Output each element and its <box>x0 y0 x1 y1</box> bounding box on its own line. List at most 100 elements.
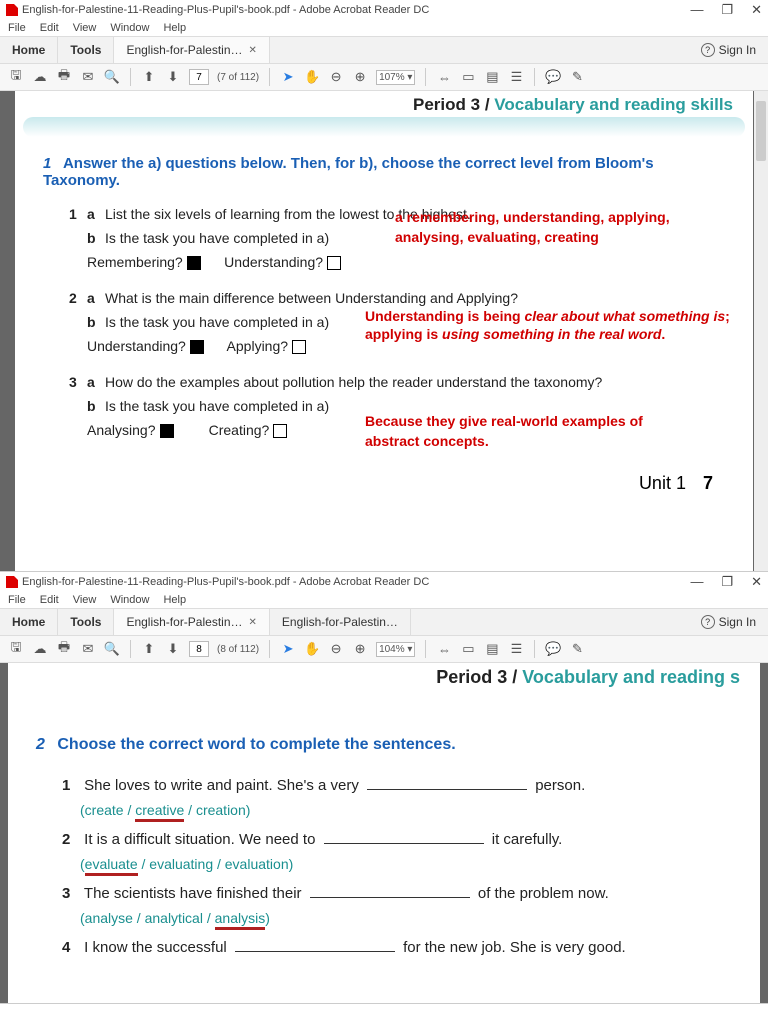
toolbar: 🖫 ☁ 🖶 ✉ 🔍 ⬆ ⬇ (8 of 112) ➤ ✋ ⊖ ⊕ 104% ▾ … <box>0 636 768 663</box>
tab-document[interactable]: English-for-Palestin… ✕ <box>114 37 269 63</box>
menu-help[interactable]: Help <box>163 22 186 34</box>
tab-home[interactable]: Home <box>0 609 58 635</box>
close-button[interactable]: ✕ <box>751 2 762 18</box>
close-button[interactable]: ✕ <box>751 574 762 590</box>
page-total: (8 of 112) <box>217 644 259 655</box>
tab-tools[interactable]: Tools <box>58 37 114 63</box>
sign-in-label: Sign In <box>719 43 756 57</box>
page-number-input[interactable] <box>189 69 209 85</box>
menu-window[interactable]: Window <box>110 22 149 34</box>
checkbox-filled[interactable] <box>187 256 201 270</box>
checkbox-empty[interactable] <box>327 256 341 270</box>
mail-icon[interactable]: ✉ <box>80 69 96 85</box>
zoom-select[interactable]: 104% ▾ <box>376 642 415 657</box>
zoom-in-icon[interactable]: ⊕ <box>352 641 368 657</box>
fit-width-icon[interactable]: ⇔ <box>436 641 452 657</box>
page-view-icon[interactable]: ▤ <box>484 641 500 657</box>
scrollbar[interactable] <box>754 91 768 571</box>
page-total: (7 of 112) <box>217 72 259 83</box>
search-icon[interactable]: 🔍 <box>104 641 120 657</box>
document-viewport: Period 3 / Vocabulary and reading s 2 Ch… <box>0 663 768 1003</box>
minimize-button[interactable]: — <box>690 574 703 590</box>
zoom-out-icon[interactable]: ⊖ <box>328 641 344 657</box>
pointer-icon[interactable]: ➤ <box>280 69 296 85</box>
minimize-button[interactable]: — <box>690 2 703 18</box>
comment-icon[interactable]: 💬 <box>545 69 561 85</box>
search-icon[interactable]: 🔍 <box>104 69 120 85</box>
tab-document-1[interactable]: English-for-Palestin… ✕ <box>114 609 269 635</box>
titlebar: English-for-Palestine-11-Reading-Plus-Pu… <box>0 0 768 20</box>
instruction-text: Choose the correct word to complete the … <box>57 736 455 753</box>
menu-file[interactable]: File <box>8 22 26 34</box>
fit-page-icon[interactable]: ▭ <box>460 69 476 85</box>
page-header: Period 3 / Vocabulary and reading s <box>8 663 760 690</box>
checkbox-filled[interactable] <box>160 424 174 438</box>
maximize-button[interactable]: ❐ <box>721 2 733 18</box>
separator <box>425 68 426 86</box>
separator <box>534 640 535 658</box>
pointer-icon[interactable]: ➤ <box>280 641 296 657</box>
menubar: File Edit View Window Help <box>0 592 768 608</box>
close-icon[interactable]: ✕ <box>249 45 257 56</box>
page-up-icon[interactable]: ⬆ <box>141 69 157 85</box>
tabbar: Home Tools English-for-Palestin… ✕ Engli… <box>0 608 768 636</box>
separator <box>130 640 131 658</box>
document-page: Period 3 / Vocabulary and reading skills… <box>15 91 753 571</box>
scroll-view-icon[interactable]: ☰ <box>508 641 524 657</box>
sign-icon[interactable]: ✎ <box>569 69 585 85</box>
sign-icon[interactable]: ✎ <box>569 641 585 657</box>
sign-in-label: Sign In <box>719 615 756 629</box>
answer-underline: analysis <box>215 910 266 930</box>
hand-icon[interactable]: ✋ <box>304 69 320 85</box>
print-icon[interactable]: 🖶 <box>56 641 72 657</box>
fit-width-icon[interactable]: ⇔ <box>436 69 452 85</box>
comment-icon[interactable]: 💬 <box>545 641 561 657</box>
page-number: 7 <box>703 473 713 493</box>
acrobat-window-1: English-for-Palestine-11-Reading-Plus-Pu… <box>0 0 768 572</box>
topic-label: Vocabulary and reading skills <box>494 95 733 114</box>
menu-file[interactable]: File <box>8 594 26 606</box>
checkbox-empty[interactable] <box>273 424 287 438</box>
page-down-icon[interactable]: ⬇ <box>165 641 181 657</box>
page-down-icon[interactable]: ⬇ <box>165 69 181 85</box>
save-icon[interactable]: 🖫 <box>8 641 24 657</box>
separator <box>534 68 535 86</box>
sentence-3: 3 The scientists have finished their of … <box>62 882 732 906</box>
tab-document-label: English-for-Palestin… <box>126 43 242 57</box>
zoom-out-icon[interactable]: ⊖ <box>328 69 344 85</box>
menu-edit[interactable]: Edit <box>40 22 59 34</box>
acrobat-window-2: English-for-Palestine-11-Reading-Plus-Pu… <box>0 572 768 1004</box>
page-view-icon[interactable]: ▤ <box>484 69 500 85</box>
window-controls: — ❐ ✕ <box>690 574 762 590</box>
fit-page-icon[interactable]: ▭ <box>460 641 476 657</box>
cloud-icon[interactable]: ☁ <box>32 69 48 85</box>
checkbox-filled[interactable] <box>190 340 204 354</box>
tab-tools[interactable]: Tools <box>58 609 114 635</box>
close-icon[interactable]: ✕ <box>249 617 257 628</box>
zoom-select[interactable]: 107% ▾ <box>376 70 415 85</box>
info-icon: ? <box>701 43 715 57</box>
page-up-icon[interactable]: ⬆ <box>141 641 157 657</box>
menu-view[interactable]: View <box>73 594 97 606</box>
tab-document-2[interactable]: English-for-Palestin… <box>270 609 411 635</box>
mail-icon[interactable]: ✉ <box>80 641 96 657</box>
checkbox-empty[interactable] <box>292 340 306 354</box>
answer-underline: creative <box>135 802 184 822</box>
save-icon[interactable]: 🖫 <box>8 69 24 85</box>
sign-in[interactable]: ? Sign In <box>689 37 768 63</box>
header-gradient <box>23 117 745 137</box>
cloud-icon[interactable]: ☁ <box>32 641 48 657</box>
menu-window[interactable]: Window <box>110 594 149 606</box>
menu-help[interactable]: Help <box>163 594 186 606</box>
sign-in[interactable]: ? Sign In <box>689 609 768 635</box>
menu-edit[interactable]: Edit <box>40 594 59 606</box>
scrollbar-thumb[interactable] <box>756 101 766 161</box>
print-icon[interactable]: 🖶 <box>56 69 72 85</box>
menu-view[interactable]: View <box>73 22 97 34</box>
page-number-input[interactable] <box>189 641 209 657</box>
tab-home[interactable]: Home <box>0 37 58 63</box>
hand-icon[interactable]: ✋ <box>304 641 320 657</box>
scroll-view-icon[interactable]: ☰ <box>508 69 524 85</box>
maximize-button[interactable]: ❐ <box>721 574 733 590</box>
zoom-in-icon[interactable]: ⊕ <box>352 69 368 85</box>
